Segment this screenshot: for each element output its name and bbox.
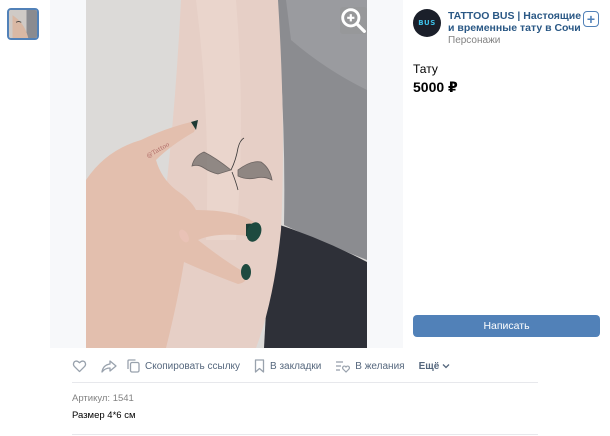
avatar-logo-text: BUS <box>418 19 436 27</box>
chevron-down-icon <box>442 364 450 369</box>
action-bar: Скопировать ссылку В закладки В желания … <box>72 354 538 378</box>
zoom-icon <box>341 8 366 33</box>
bookmark-icon <box>254 359 265 373</box>
tattoo-photo-image: @Tattoo <box>86 0 367 348</box>
wishlist-label: В желания <box>355 360 405 372</box>
bookmark-label: В закладки <box>270 360 322 372</box>
wishlist-button[interactable]: В желания <box>335 360 405 373</box>
product-category[interactable]: Персонажи <box>448 35 500 46</box>
bookmark-button[interactable]: В закладки <box>254 359 321 373</box>
photo-viewer: @Tattoo <box>50 0 403 348</box>
thumbnail-strip <box>0 0 50 348</box>
product-price: 5000 ₽ <box>413 79 458 95</box>
copy-link-label: Скопировать ссылку <box>145 360 241 372</box>
divider <box>72 434 538 435</box>
add-button[interactable]: + <box>583 11 599 27</box>
product-title: Тату <box>413 62 438 76</box>
share-button[interactable] <box>101 359 117 373</box>
photo-thumbnail[interactable] <box>7 8 39 40</box>
product-side-panel: BUS TATTOO BUS | Настоящие и временные т… <box>403 0 610 348</box>
like-button[interactable] <box>72 359 87 373</box>
write-button[interactable]: Написать <box>413 315 600 337</box>
product-photo[interactable]: @Tattoo <box>86 0 367 348</box>
product-description: Размер 4*6 см <box>72 410 136 421</box>
more-button[interactable]: Ещё <box>419 361 451 372</box>
owner-name-link[interactable]: TATTOO BUS | Настоящие и временные тату … <box>448 10 583 34</box>
product-article: Артикул: 1541 <box>72 393 134 404</box>
copy-link-button[interactable]: Скопировать ссылку <box>127 359 240 373</box>
divider <box>72 382 538 383</box>
owner-avatar[interactable]: BUS <box>413 9 441 37</box>
zoom-button[interactable] <box>340 7 367 34</box>
wishlist-icon <box>336 360 351 373</box>
thumbnail-image <box>9 10 37 38</box>
plus-icon: + <box>586 10 596 27</box>
copy-icon <box>127 359 140 373</box>
heart-icon <box>72 360 87 373</box>
more-label: Ещё <box>418 360 440 372</box>
share-icon <box>101 360 117 373</box>
